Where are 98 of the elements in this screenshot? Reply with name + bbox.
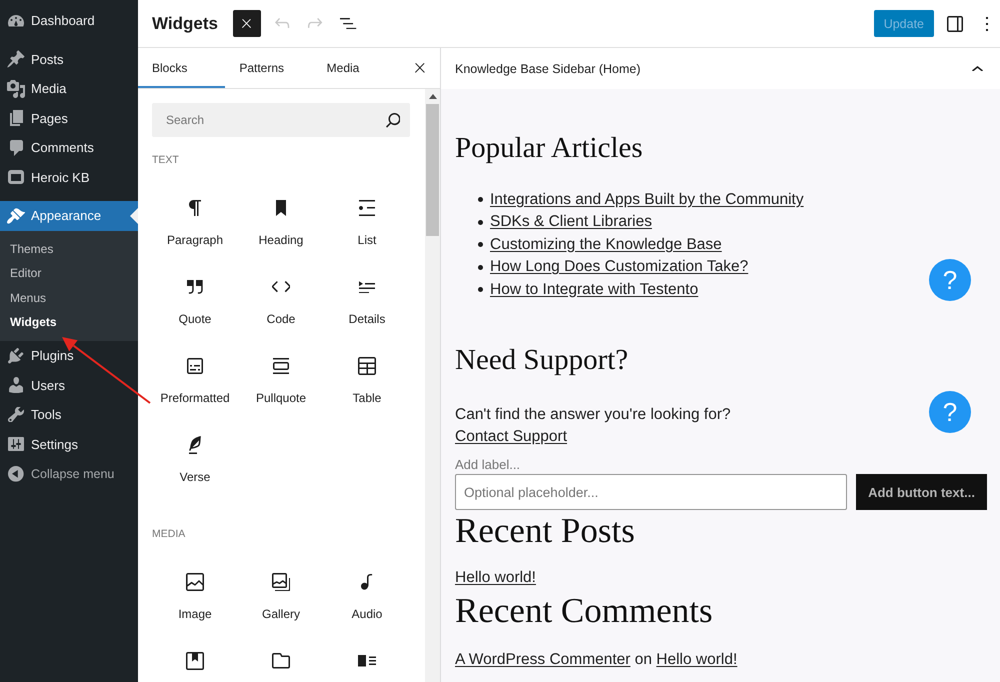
submenu-item[interactable]: Themes — [0, 236, 138, 261]
bullet-icon — [478, 197, 483, 202]
camera-music-icon — [7, 80, 25, 98]
article-link[interactable]: How to Integrate with Testento — [490, 280, 698, 299]
menu-item[interactable]: Dashboard — [0, 6, 138, 36]
article-link[interactable]: Customizing the Knowledge Base — [490, 236, 722, 254]
menu-item[interactable]: Pages — [0, 104, 138, 133]
menu-item[interactable]: Heroic KB — [0, 162, 138, 192]
category-heading: MEDIA — [152, 527, 186, 541]
block-item[interactable]: Gallery — [238, 558, 324, 637]
widget-heading: Need Support? — [455, 342, 630, 378]
block-item[interactable]: Pullquote — [238, 342, 324, 421]
block-item[interactable]: Code — [238, 263, 324, 342]
list-icon — [359, 200, 375, 216]
menu-item[interactable]: Users — [0, 370, 138, 400]
redo-icon — [308, 18, 323, 29]
pages-icon — [10, 110, 22, 126]
gauge-icon — [8, 15, 24, 26]
bullet-icon — [478, 287, 483, 292]
plug-icon — [8, 348, 24, 364]
scrollbar-thumb[interactable] — [426, 104, 439, 236]
block-item[interactable]: Audio — [324, 558, 410, 637]
block-item[interactable]: Details — [324, 263, 410, 342]
block-item[interactable]: Verse — [152, 421, 238, 500]
menu-item[interactable]: Comments — [0, 133, 138, 162]
paintbrush-icon — [6, 208, 26, 224]
field-label: Add label... — [455, 456, 522, 474]
block-item[interactable]: List — [324, 184, 410, 263]
block-and-lines-icon — [358, 655, 376, 667]
paragraph-text: Can't find the answer you're looking for? — [455, 404, 731, 425]
block-item[interactable]: Preformatted — [152, 342, 238, 421]
article-link[interactable]: How Long Does Customization Take? — [490, 258, 748, 276]
code-brackets-icon — [272, 281, 290, 293]
widget-heading: Recent Posts — [455, 510, 636, 552]
folder-icon — [272, 653, 290, 669]
submenu-item[interactable]: Editor — [0, 261, 138, 286]
bullet-icon — [478, 242, 483, 248]
sidebar-panel-icon — [947, 16, 963, 32]
pilcrow-icon — [189, 200, 201, 216]
collapse-menu-button[interactable]: Collapse menu — [0, 459, 138, 488]
close-icon — [415, 63, 425, 73]
widget-area-header[interactable]: Knowledge Base Sidebar (Home) — [441, 48, 1000, 89]
author-link[interactable]: A WordPress Commenter — [455, 650, 630, 668]
block-item[interactable]: Image — [152, 558, 238, 637]
block-item[interactable]: Quote — [152, 263, 238, 342]
category-heading: TEXT — [152, 153, 180, 167]
menu-item[interactable]: Posts — [0, 44, 138, 74]
submenu-item[interactable]: Menus — [0, 286, 138, 310]
inserter-tab[interactable]: Blocks — [138, 48, 226, 88]
undo-icon — [275, 18, 290, 29]
menu-item[interactable]: Settings — [0, 430, 138, 459]
search-input[interactable]: Optional placeholder... — [455, 474, 847, 510]
person-icon — [8, 377, 24, 394]
inserter-tab[interactable]: Media — [312, 48, 400, 88]
scrollbar[interactable] — [425, 89, 440, 682]
widget-heading: Recent Comments — [455, 590, 714, 632]
post-link[interactable]: Hello world! — [455, 569, 536, 586]
article-link[interactable]: Integrations and Apps Built by the Community — [490, 190, 804, 209]
search-button[interactable]: Add button text... — [856, 474, 987, 510]
post-link[interactable]: Hello world! — [656, 650, 738, 668]
menu-item[interactable]: Appearance — [0, 201, 138, 230]
page-title: Widgets — [152, 12, 218, 34]
bookmark-icon — [276, 200, 286, 216]
bullet-icon — [478, 264, 483, 270]
close-icon — [242, 19, 252, 28]
boxed-text-icon — [187, 358, 203, 374]
bullet-icon — [478, 220, 483, 225]
article-link[interactable]: SDKs & Client Libraries — [490, 213, 652, 232]
music-note-icon — [361, 574, 373, 590]
widget-heading: Popular Articles — [455, 131, 644, 166]
triangle-lines-icon — [359, 280, 375, 294]
box-between-lines-icon — [273, 358, 289, 374]
search-icon — [386, 112, 400, 128]
pushpin-icon — [7, 50, 25, 68]
image-icon — [186, 573, 204, 591]
wrench-icon — [8, 407, 24, 422]
pointer-triangle-icon — [130, 208, 138, 224]
feather-icon — [189, 436, 201, 454]
block-item[interactable]: Heading — [238, 184, 324, 263]
menu-item[interactable]: Tools — [0, 400, 138, 430]
quote-icon — [187, 280, 203, 294]
menu-item[interactable]: Media — [0, 74, 138, 104]
speech-bubble-icon — [10, 140, 22, 156]
block-item[interactable]: Table — [324, 342, 410, 421]
table-icon — [358, 357, 376, 375]
list-view-icon — [340, 18, 357, 30]
comment-text: A WordPress Commenter on Hello world! — [455, 650, 738, 670]
menu-item[interactable]: Plugins — [0, 341, 138, 370]
contact-link[interactable]: Contact Support — [455, 426, 568, 448]
inserter-tab[interactable]: Patterns — [225, 48, 313, 88]
stacked-images-icon — [272, 572, 290, 592]
submenu-item[interactable]: Widgets — [0, 310, 138, 334]
inserter-toggle-button[interactable] — [232, 10, 261, 37]
block-item[interactable]: Paragraph — [152, 184, 238, 263]
search-field[interactable]: Search — [152, 103, 410, 137]
caret-up-icon — [428, 94, 436, 99]
circle-arrow-icon — [8, 466, 24, 482]
sliders-icon — [8, 437, 24, 452]
